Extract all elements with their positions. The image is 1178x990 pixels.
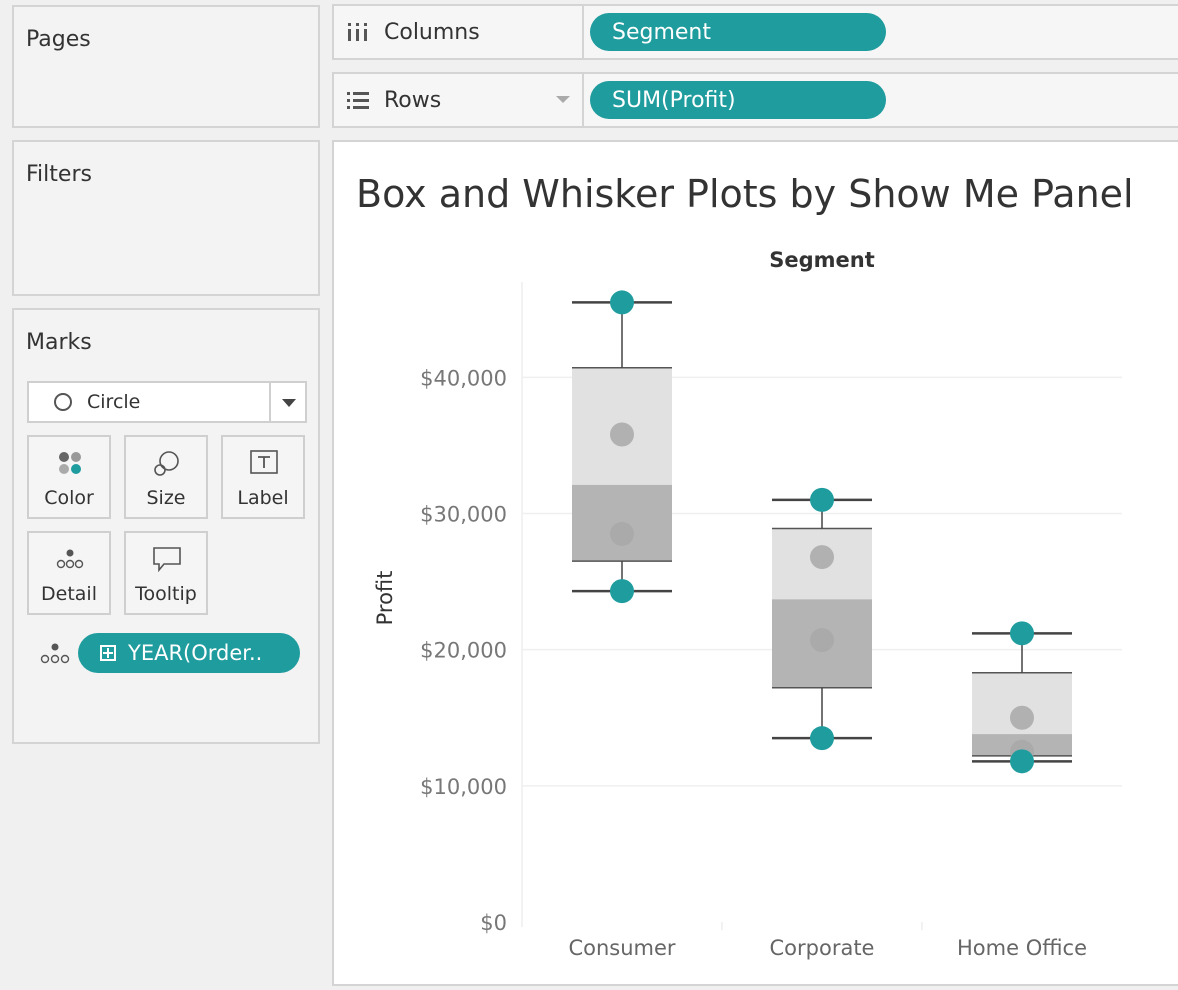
marks-card: Marks Circle Color Size Label Detail Too… [12, 308, 320, 744]
data-point [810, 628, 834, 653]
column-header-segment: Segment [769, 248, 875, 272]
y-tick-label: $0 [480, 911, 507, 935]
rows-shelf[interactable]: Rows SUM(Profit) [332, 72, 1178, 128]
data-point [610, 521, 634, 546]
rows-shelf-label: Rows [334, 74, 584, 126]
chevron-down-icon [282, 399, 296, 407]
detail-button[interactable]: Detail [27, 531, 111, 615]
year-order-date-label: YEAR(Order.. [128, 641, 263, 665]
color-label: Color [44, 487, 94, 509]
viz-area[interactable]: Box and Whisker Plots by Show Me Panel S… [332, 140, 1178, 986]
x-tick-label: Home Office [957, 936, 1087, 960]
pages-card[interactable]: Pages [12, 5, 320, 128]
tooltip-button[interactable]: Tooltip [124, 531, 208, 615]
size-button[interactable]: Size [124, 435, 208, 519]
text-label-icon [250, 450, 278, 474]
mark-type-dropdown[interactable]: Circle [27, 381, 307, 423]
y-axis-title: Profit [373, 571, 397, 626]
y-tick-label: $40,000 [420, 366, 507, 390]
pages-title: Pages [26, 27, 91, 52]
color-button[interactable]: Color [27, 435, 111, 519]
columns-icon [348, 23, 367, 41]
marks-title: Marks [26, 330, 92, 355]
data-point [1010, 621, 1034, 646]
color-icon [59, 452, 81, 474]
data-point [610, 579, 634, 604]
columns-shelf-label: Columns [334, 6, 584, 58]
mark-type-dropdown-button[interactable] [269, 383, 305, 421]
data-point [610, 290, 634, 315]
mark-type-label: Circle [87, 391, 141, 413]
y-tick-label: $20,000 [420, 639, 507, 663]
box-plot-chart[interactable]: Segment Profit $0 $10,000 $20,000 $30,000 $40,… [334, 142, 1178, 984]
columns-label: Columns [384, 19, 480, 45]
x-tick-label: Corporate [770, 936, 875, 960]
label-button[interactable]: Label [221, 435, 305, 519]
size-icon [154, 451, 179, 476]
filters-card[interactable]: Filters [12, 140, 320, 296]
year-order-date-pill[interactable]: YEAR(Order.. [78, 633, 300, 673]
tooltip-label: Tooltip [135, 583, 197, 605]
data-point [1010, 749, 1034, 774]
chevron-down-icon[interactable] [556, 96, 570, 103]
x-tick-label: Consumer [568, 936, 675, 960]
segment-pill[interactable]: Segment [590, 13, 886, 51]
rows-icon [347, 92, 369, 109]
detail-label: Detail [41, 583, 97, 605]
data-point [610, 422, 634, 447]
data-point [1010, 705, 1034, 730]
data-point [810, 726, 834, 751]
y-tick-label: $10,000 [420, 775, 507, 799]
detail-icon [56, 549, 84, 569]
sum-profit-pill[interactable]: SUM(Profit) [590, 81, 886, 119]
size-label: Size [146, 487, 186, 509]
rows-label: Rows [384, 87, 442, 113]
tooltip-icon [153, 547, 181, 573]
columns-shelf[interactable]: Columns Segment [332, 4, 1178, 60]
circle-icon [54, 393, 72, 411]
expand-plus-icon[interactable] [100, 645, 116, 661]
detail-icon [40, 643, 70, 664]
filters-title: Filters [26, 162, 92, 187]
data-point [810, 487, 834, 512]
data-point [810, 545, 834, 570]
label-label: Label [237, 487, 289, 509]
y-tick-label: $30,000 [420, 502, 507, 526]
